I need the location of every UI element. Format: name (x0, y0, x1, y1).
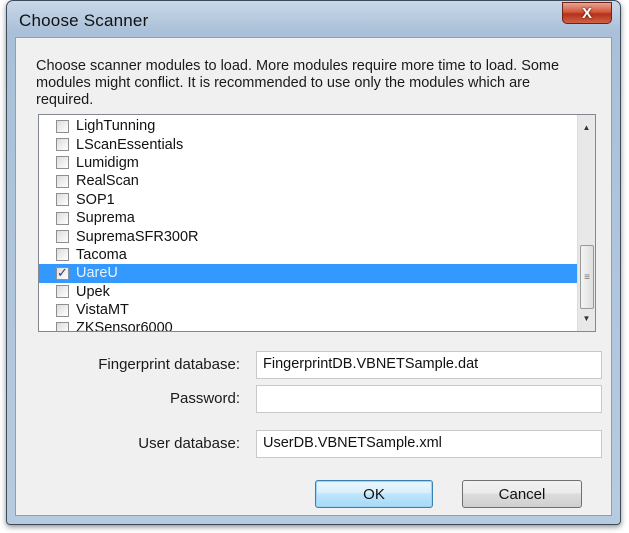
module-label: SupremaSFR300R (76, 228, 199, 245)
title-bar[interactable]: Choose Scanner X (7, 1, 620, 37)
module-label: VistaMT (76, 302, 129, 319)
cancel-button[interactable]: Cancel (462, 480, 582, 508)
module-label: RealScan (76, 173, 139, 190)
fingerprint-database-field[interactable]: FingerprintDB.VBNETSample.dat (256, 351, 602, 379)
module-checkbox[interactable] (56, 174, 69, 188)
module-label: Lumidigm (76, 154, 139, 171)
module-checkbox[interactable] (56, 119, 69, 133)
module-list-item[interactable]: RealScan (39, 172, 577, 190)
module-list-item[interactable]: SOP1 (39, 191, 577, 209)
module-checkbox[interactable] (56, 285, 69, 299)
module-checkbox[interactable] (56, 211, 69, 225)
module-label: UareU (76, 265, 118, 282)
scroll-down-arrow-icon[interactable]: ▼ (578, 310, 595, 327)
scroll-up-arrow-icon[interactable]: ▲ (578, 119, 595, 136)
module-checkbox[interactable] (56, 248, 69, 262)
module-checkbox[interactable] (56, 303, 69, 317)
module-checkbox[interactable] (56, 138, 69, 152)
module-list-item[interactable]: Tacoma (39, 246, 577, 264)
module-label: Suprema (76, 210, 135, 227)
password-label: Password: (169, 390, 240, 407)
module-checkbox[interactable] (56, 156, 69, 170)
module-checkbox[interactable] (56, 230, 69, 244)
dialog-body: Choose scanner modules to load. More mod… (15, 37, 612, 516)
module-list-item[interactable]: LighTunning (39, 117, 577, 135)
module-label: Upek (76, 283, 110, 300)
module-label: SOP1 (76, 191, 115, 208)
instructions-text: Choose scanner modules to load. More mod… (36, 58, 560, 108)
module-items: LighTunning LScanEssentials Lumidigm RealSc… (39, 117, 577, 332)
module-list-item[interactable]: LScanEssentials (39, 135, 577, 153)
module-label: LScanEssentials (76, 136, 184, 153)
vertical-scrollbar[interactable]: ▲ ≡ ▼ (577, 115, 595, 331)
close-button[interactable]: X (562, 2, 612, 24)
scroll-thumb[interactable]: ≡ (580, 245, 594, 309)
scanner-module-list[interactable]: LighTunning LScanEssentials Lumidigm RealSc… (38, 114, 596, 332)
module-label: Tacoma (76, 246, 127, 263)
module-label: LighTunning (76, 118, 156, 135)
module-list-item[interactable]: ZKSensor6000 (39, 319, 577, 332)
window-title: Choose Scanner (19, 11, 149, 30)
module-list-item[interactable]: VistaMT (39, 301, 577, 319)
module-list-item[interactable]: SupremaSFR300R (39, 227, 577, 245)
module-checkbox[interactable] (56, 265, 69, 281)
module-list-item[interactable]: UareU (39, 264, 577, 283)
module-checkbox[interactable] (56, 321, 69, 331)
choose-scanner-dialog: Choose Scanner X Choose scanner modules … (6, 0, 621, 525)
module-checkbox[interactable] (56, 193, 69, 207)
close-icon: X (581, 4, 592, 22)
user-database-field[interactable]: UserDB.VBNETSample.xml (256, 430, 602, 458)
password-field[interactable] (256, 385, 602, 413)
ok-button[interactable]: OK (315, 480, 433, 508)
module-list-item[interactable]: Suprema (39, 209, 577, 227)
module-label: ZKSensor6000 (76, 320, 173, 332)
module-list-item[interactable]: Upek (39, 283, 577, 301)
fingerprint-database-label: Fingerprint database: (98, 356, 240, 373)
user-database-label: User database: (138, 435, 240, 452)
module-list-item[interactable]: Lumidigm (39, 154, 577, 172)
